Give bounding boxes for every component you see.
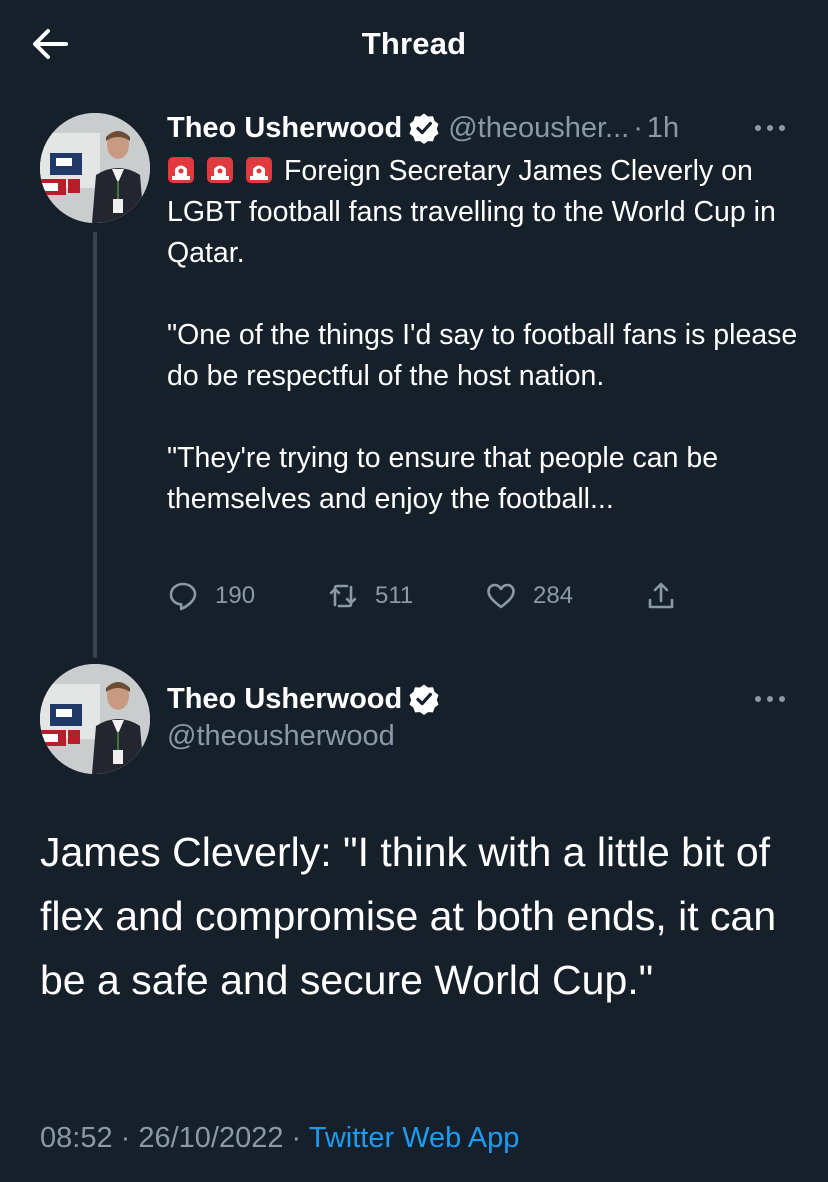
verified-badge-icon [409,113,439,144]
retweet-button[interactable]: 511 [327,576,413,616]
separator-dot: · [283,1122,309,1154]
top-bar: Thread [0,0,828,88]
like-count: 284 [533,582,574,609]
tweet-actions-bar: 190 511 284 [167,576,787,616]
reply-button[interactable]: 190 [167,576,255,616]
tweet-paragraph: "They're trying to ensure that people ca… [167,442,719,515]
more-horizontal-icon [755,696,785,702]
share-button[interactable] [645,576,677,616]
tweet-author-row: Theo Usherwood @theousher... · 1h [167,108,679,148]
profile-photo [40,664,150,774]
tweet-body: Foreign Secretary James Cleverly on LGBT… [167,151,807,520]
verified-badge-icon [409,684,439,715]
more-options-button[interactable] [750,687,790,711]
tweet-time[interactable]: 1h [647,112,679,145]
profile-photo [40,113,150,223]
tweet-body: James Cleverly: "I think with a little b… [40,829,777,1003]
retweet-count: 511 [375,582,414,609]
retweet-icon [329,584,357,608]
tweet-metadata: 08:52 · 26/10/2022 · Twitter Web App [40,1122,519,1155]
author-name[interactable]: Theo Usherwood [167,112,402,145]
tweet-timestamp[interactable]: 08:52 · 26/10/2022 [40,1122,283,1154]
share-icon [648,582,674,609]
reply-count: 190 [215,582,256,609]
author-handle[interactable]: @theousher... [448,112,629,145]
police-siren-emoji [168,157,194,183]
reply-icon [169,582,197,611]
separator-dot: · [633,111,643,144]
police-siren-emoji [207,157,233,183]
tweet-paragraph: "One of the things I'd say to football f… [167,319,798,392]
more-horizontal-icon [755,125,785,131]
like-button[interactable]: 284 [485,576,573,616]
avatar[interactable] [40,113,150,223]
tweet-author-row: Theo Usherwood [167,679,440,719]
author-handle[interactable]: @theousherwood [167,720,395,753]
avatar[interactable] [40,664,150,774]
thread-connector-line [93,232,97,658]
heart-icon [487,583,515,609]
police-siren-emoji [246,157,272,183]
author-name[interactable]: Theo Usherwood [167,683,402,716]
more-options-button[interactable] [750,116,790,140]
tweet-paragraph: Foreign Secretary James Cleverly on LGBT… [167,151,807,274]
page-title: Thread [361,26,467,61]
source-link[interactable]: Twitter Web App [309,1122,520,1154]
